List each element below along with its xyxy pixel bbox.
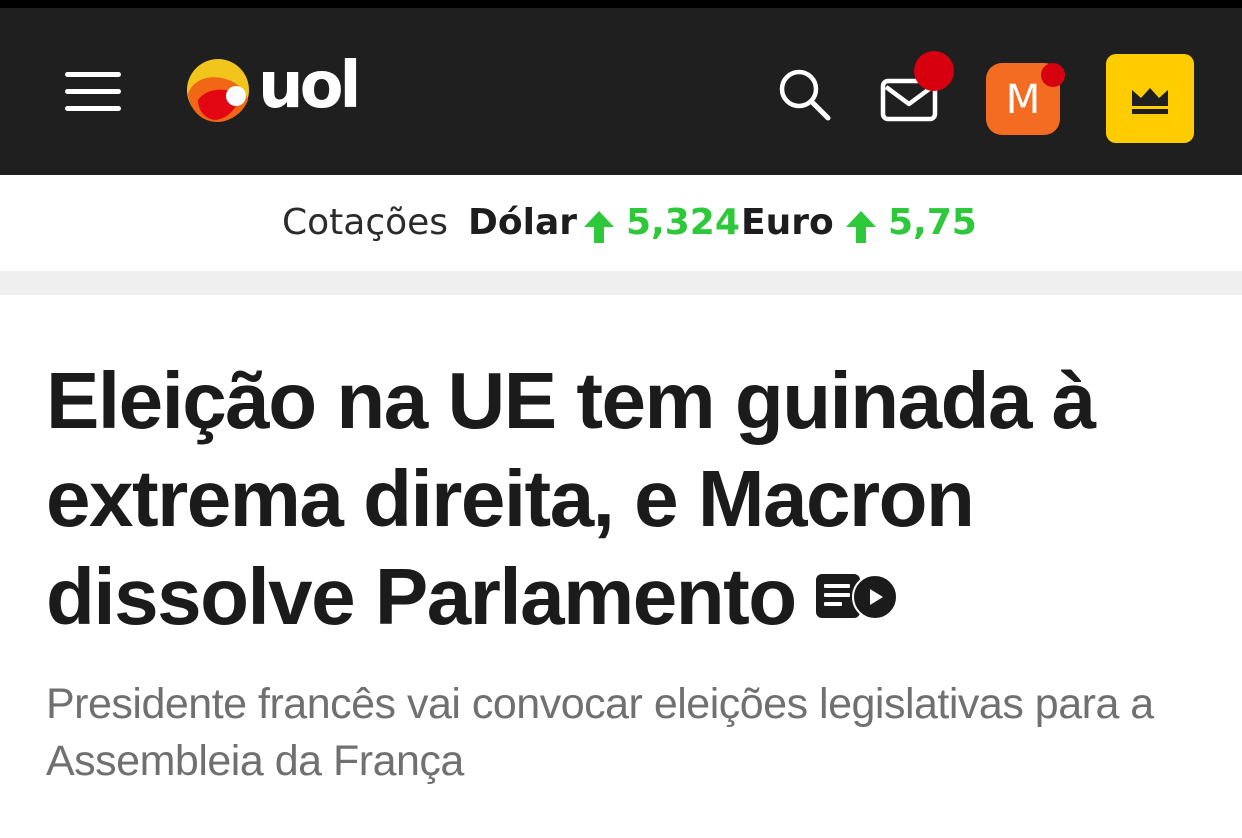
quote-euro-name: Euro [741,202,834,243]
mail-notification-badge [914,51,954,91]
quote-euro-value: 5,75 [888,202,977,243]
quote-dollar-value: 5,324 [626,202,740,243]
headline-line: Eleição na UE tem guinada à [46,356,1096,445]
quotes-label: Cotações [282,202,449,243]
search-icon[interactable] [776,66,832,122]
headline-line: extrema direita, e Macron [46,454,975,543]
quote-dollar-name: Dólar [468,202,578,243]
menu-icon-line [65,89,121,94]
vip-button[interactable] [1106,54,1194,143]
article-headline[interactable]: Eleição na UE tem guinada à extrema dire… [46,352,1206,646]
arrow-up-icon [846,211,876,243]
menu-icon-line [65,106,121,111]
site-header: uol M [0,8,1242,175]
uol-logo-icon [187,59,249,122]
section-divider [0,271,1242,295]
top-border [0,0,1242,8]
article-subheadline: Presidente francês vai convocar eleições… [46,680,1154,785]
menu-icon [65,72,121,77]
menu-button[interactable] [58,64,128,120]
avatar-notification-badge [1041,63,1065,87]
uol-logo-text: uol [258,49,361,123]
headline-line: dissolve Parlamento [46,552,797,641]
crown-icon [1132,88,1168,114]
arrow-up-icon [584,211,614,243]
quotes-bar: Cotações Dólar 5,324 Euro 5,75 [0,175,1242,271]
uol-logo[interactable]: uol [186,50,376,128]
text-video-icon [815,573,898,620]
